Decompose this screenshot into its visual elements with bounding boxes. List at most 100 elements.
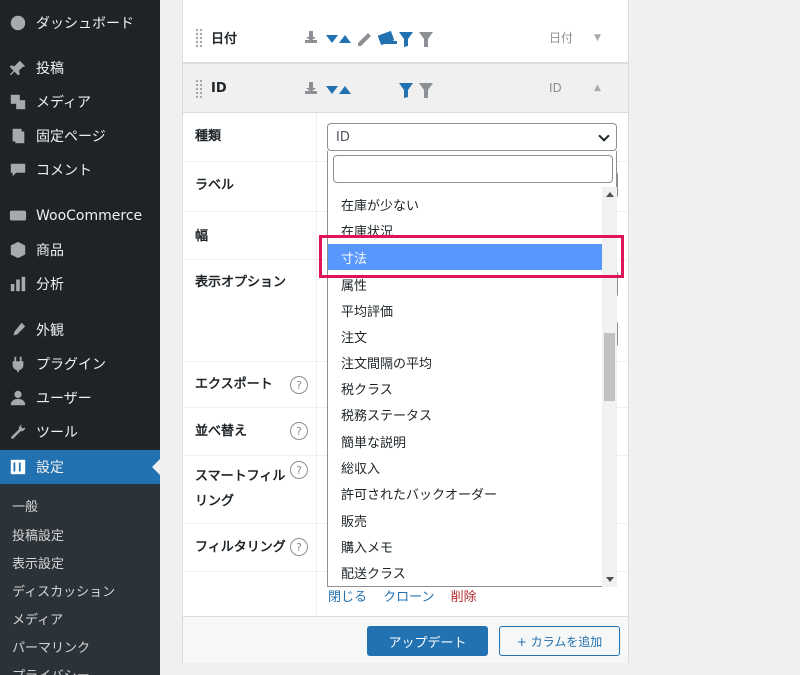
dropdown-option[interactable]: 注文間隔の平均 [328,349,602,375]
dashboard-icon [0,14,36,32]
column-header-date[interactable]: 日付 日付 ▼ [183,13,628,63]
column-feature-icons [305,30,433,47]
panel-footer: アップデート + カラムを追加 [183,616,628,663]
sidebar-item-posts[interactable]: 投稿 [0,51,160,85]
analytics-icon [0,275,36,293]
sidebar-item-comments[interactable]: コメント [0,153,160,187]
submenu-item-reading[interactable]: 表示設定 [12,553,64,572]
collapse-arrow-icon[interactable]: ▲ [594,83,601,93]
highlight-annotation-box [319,235,624,278]
type-dropdown: 在庫が少ない 在庫状況 寸法 属性 平均評価 注文 注文間隔の平均 税クラス 税… [327,151,617,587]
sidebar-item-pages[interactable]: 固定ページ [0,119,160,153]
sidebar-item-label: WooCommerce [36,208,143,224]
dropdown-option[interactable]: 平均評価 [328,297,602,323]
admin-sidebar: ダッシュボード 投稿 メディア 固定ページ コメント WooCommerce 商… [0,0,160,675]
submenu-item-media[interactable]: メディア [12,609,63,628]
type-select[interactable]: ID [327,123,617,151]
help-icon[interactable]: ? [290,422,308,440]
sidebar-item-media[interactable]: メディア [0,85,160,119]
dropdown-option[interactable]: 税クラス [328,375,602,401]
sidebar-item-label: 設定 [36,460,64,476]
column-type: ID [549,81,562,95]
add-column-button[interactable]: + カラムを追加 [499,626,620,656]
sidebar-item-label: コメント [36,163,92,179]
column-label: ID [211,80,227,96]
sidebar-item-label: メディア [36,95,92,111]
pin-icon [0,59,36,77]
sidebar-item-label: 外観 [36,323,64,339]
dropdown-option[interactable]: 税務ステータス [328,401,602,427]
sidebar-item-appearance[interactable]: 外観 [0,313,160,347]
settings-icon [0,458,36,476]
column-type: 日付 [549,31,574,45]
media-icon [0,93,36,111]
help-icon[interactable]: ? [290,538,308,556]
sidebar-item-dashboard[interactable]: ダッシュボード [0,6,160,40]
submenu-item-permalinks[interactable]: パーマリンク [12,637,90,656]
dropdown-option[interactable]: 許可されたバックオーダー [328,480,602,506]
clone-link[interactable]: クローン [383,590,434,605]
submenu-item-privacy[interactable]: プライバシー [12,665,90,675]
dropdown-option[interactable]: 配送クラス [328,559,602,585]
dropdown-option[interactable]: 簡単な説明 [328,428,602,454]
chevron-down-icon [598,130,610,142]
dropdown-option[interactable]: 販売 [328,507,602,533]
settings-submenu: 一般 投稿設定 表示設定 ディスカッション メディア パーマリンク プライバシー [0,484,160,675]
sidebar-item-products[interactable]: 商品 [0,233,160,267]
woocommerce-icon [0,207,36,225]
sidebar-item-tools[interactable]: ツール [0,415,160,449]
close-link[interactable]: 閉じる [328,590,367,605]
column-label: 日付 [211,32,238,47]
dropdown-option[interactable]: 在庫が少ない [328,191,602,217]
comment-icon [0,161,36,179]
sidebar-item-settings[interactable]: 設定 [0,450,160,484]
products-icon [0,241,36,259]
dropdown-option[interactable]: 注文 [328,323,602,349]
dropdown-search-input[interactable] [333,155,613,183]
sidebar-item-label: ユーザー [36,391,92,407]
delete-link[interactable]: 削除 [451,590,477,605]
expand-arrow-icon[interactable]: ▼ [594,33,601,43]
submenu-item-writing[interactable]: 投稿設定 [12,525,64,544]
setting-label: リング [195,494,235,509]
column-header-id[interactable]: ID ID ▲ [183,63,628,113]
pages-icon [0,127,36,145]
submenu-item-general[interactable]: 一般 [12,496,38,515]
active-indicator [152,459,160,475]
sidebar-item-label: 固定ページ [36,129,106,145]
submenu-item-discussion[interactable]: ディスカッション [12,581,115,600]
dropdown-option[interactable]: 総収入 [328,454,602,480]
column-feature-icons [305,82,433,98]
setting-label: 幅 [195,229,209,244]
setting-label: ラベル [195,178,235,193]
setting-label: 表示オプション [195,275,287,290]
appearance-icon [0,321,36,339]
type-select-value: ID [336,129,350,145]
sidebar-item-plugins[interactable]: プラグイン [0,347,160,381]
dropdown-option[interactable]: 購入メモ [328,533,602,559]
setting-label: フィルタリング [195,540,286,555]
users-icon [0,389,36,407]
sidebar-item-analytics[interactable]: 分析 [0,267,160,301]
setting-label: スマートフィル [195,469,286,484]
scroll-up-arrow-icon[interactable] [606,192,614,197]
update-button[interactable]: アップデート [367,626,488,656]
tools-icon [0,423,36,441]
setting-label: 種類 [195,129,222,144]
sidebar-item-label: ダッシュボード [36,16,134,32]
help-icon[interactable]: ? [290,461,308,479]
plugins-icon [0,355,36,373]
drag-handle-icon[interactable] [195,28,203,48]
sidebar-item-label: 商品 [36,243,64,259]
drag-handle-icon[interactable] [195,79,203,99]
column-actions: 閉じる クローン 削除 [328,586,489,605]
sidebar-item-label: 投稿 [36,61,64,77]
scroll-down-arrow-icon[interactable] [606,577,614,582]
sidebar-item-users[interactable]: ユーザー [0,381,160,415]
sidebar-item-label: プラグイン [36,357,106,373]
sidebar-item-label: ツール [36,425,78,441]
setting-label: エクスポート [195,377,273,392]
sidebar-item-woocommerce[interactable]: WooCommerce [0,199,160,233]
scrollbar-thumb[interactable] [604,333,615,401]
help-icon[interactable]: ? [290,376,308,394]
